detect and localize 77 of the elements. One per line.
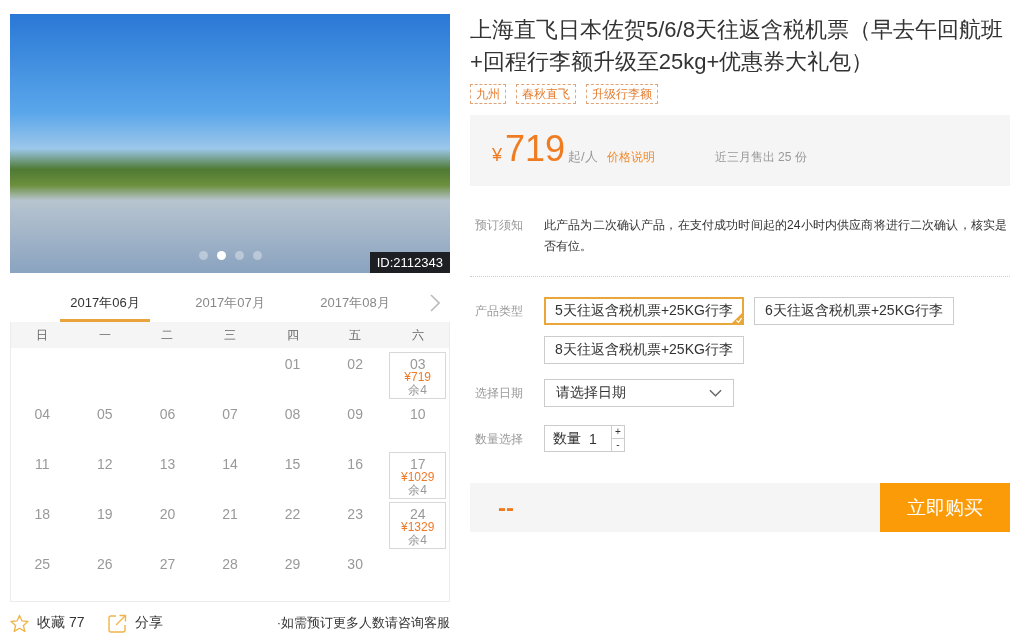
product-tag: 九州 <box>470 84 506 104</box>
total-price: -- <box>498 493 514 522</box>
weekday-label: 日 <box>36 326 49 344</box>
ticket-option[interactable]: 5天往返含税机票+25KG行李 <box>544 297 744 325</box>
field-label: 产品类型 <box>474 303 524 320</box>
day-number: 10 <box>409 407 426 421</box>
day-number: 13 <box>159 457 176 471</box>
carousel-dot[interactable] <box>253 251 262 260</box>
carousel-dot[interactable] <box>199 251 208 260</box>
weekday-label: 三 <box>224 326 236 344</box>
field-label: 数量选择 <box>474 431 524 448</box>
day-number: 14 <box>222 457 238 471</box>
day-number: 11 <box>35 457 50 471</box>
day-number: 04 <box>34 407 51 421</box>
day-number: 27 <box>159 557 176 571</box>
day-number: 24 <box>409 507 426 521</box>
share-icon <box>108 613 128 633</box>
day-number: 05 <box>97 407 113 421</box>
ticket-option[interactable]: 6天往返含税机票+25KG行李 <box>754 297 954 325</box>
day-number: 17 <box>409 457 426 471</box>
day-number: 15 <box>284 457 301 471</box>
day-number: 06 <box>159 407 176 421</box>
day-number: 07 <box>222 407 238 421</box>
date-price: ¥719 <box>404 371 432 384</box>
date-price: ¥1329 <box>401 521 435 534</box>
decrement-button[interactable]: - <box>611 439 625 452</box>
day-number: 18 <box>34 507 51 521</box>
weekday-label: 五 <box>349 326 362 344</box>
increment-button[interactable]: + <box>611 425 625 439</box>
carousel-dot[interactable] <box>235 251 244 260</box>
product-tag: 春秋直飞 <box>516 84 576 104</box>
check-corner-icon <box>731 312 743 324</box>
day-number: 16 <box>347 457 363 471</box>
day-number: 08 <box>284 407 301 421</box>
month-tab[interactable]: 2017年07月 <box>185 286 275 322</box>
day-number: 21 <box>222 507 238 521</box>
ticket-option[interactable]: 8天往返含税机票+25KG行李 <box>544 336 744 364</box>
product-tag: 升级行李额 <box>586 84 658 104</box>
day-number: 03 <box>409 357 426 371</box>
day-number: 19 <box>97 507 113 521</box>
day-number: 23 <box>347 507 363 521</box>
weekday-label: 四 <box>286 326 299 344</box>
day-number: 22 <box>284 507 301 521</box>
weekday-label: 一 <box>98 326 111 344</box>
day-number: 02 <box>347 357 363 371</box>
date-price: ¥1029 <box>401 471 435 484</box>
favorite-button[interactable]: 收藏 77 <box>10 613 85 633</box>
booking-note: ·如需预订更多人数请咨询客服 <box>276 614 450 632</box>
day-number: 01 <box>284 357 301 371</box>
weekday-label: 二 <box>161 326 174 344</box>
day-number: 20 <box>159 507 176 521</box>
weekday-label: 六 <box>411 326 424 344</box>
day-number: 26 <box>97 557 113 571</box>
price-text: ¥719 <box>492 129 566 171</box>
day-number: 30 <box>347 557 363 571</box>
share-button[interactable]: 分享 <box>108 613 164 633</box>
day-number: 09 <box>347 407 363 421</box>
chevron-down-icon <box>709 389 722 397</box>
sales-count: 近三月售出 25 份 <box>714 149 807 166</box>
day-number: 29 <box>284 557 301 571</box>
field-label: 选择日期 <box>474 385 524 402</box>
remaining-count: 余4 <box>408 484 428 497</box>
date-select[interactable]: 请选择日期 <box>544 379 734 407</box>
carousel-dot[interactable] <box>217 251 226 260</box>
notice-text: 此产品为二次确认产品，在支付成功时间起的24小时内供应商将进行二次确认，核实是否有位。 <box>544 217 1009 255</box>
star-icon <box>10 613 29 633</box>
id-badge: ID:2112343 <box>369 252 450 273</box>
price-unit: 起/人 <box>568 148 598 166</box>
day-number: 25 <box>34 557 51 571</box>
remaining-count: 余4 <box>408 384 428 397</box>
month-tab[interactable]: 2017年08月 <box>310 286 400 322</box>
notice-label: 预订须知 <box>474 217 524 234</box>
product-title: 上海直飞日本佐贺5/6/8天往返含税机票（早去午回航班+回程行李额升级至25kg+优惠券大礼包） <box>470 16 1004 76</box>
chevron-right-icon[interactable] <box>430 294 440 312</box>
day-number: 12 <box>97 457 113 471</box>
remaining-count: 余4 <box>408 534 428 547</box>
day-number: 28 <box>222 557 238 571</box>
